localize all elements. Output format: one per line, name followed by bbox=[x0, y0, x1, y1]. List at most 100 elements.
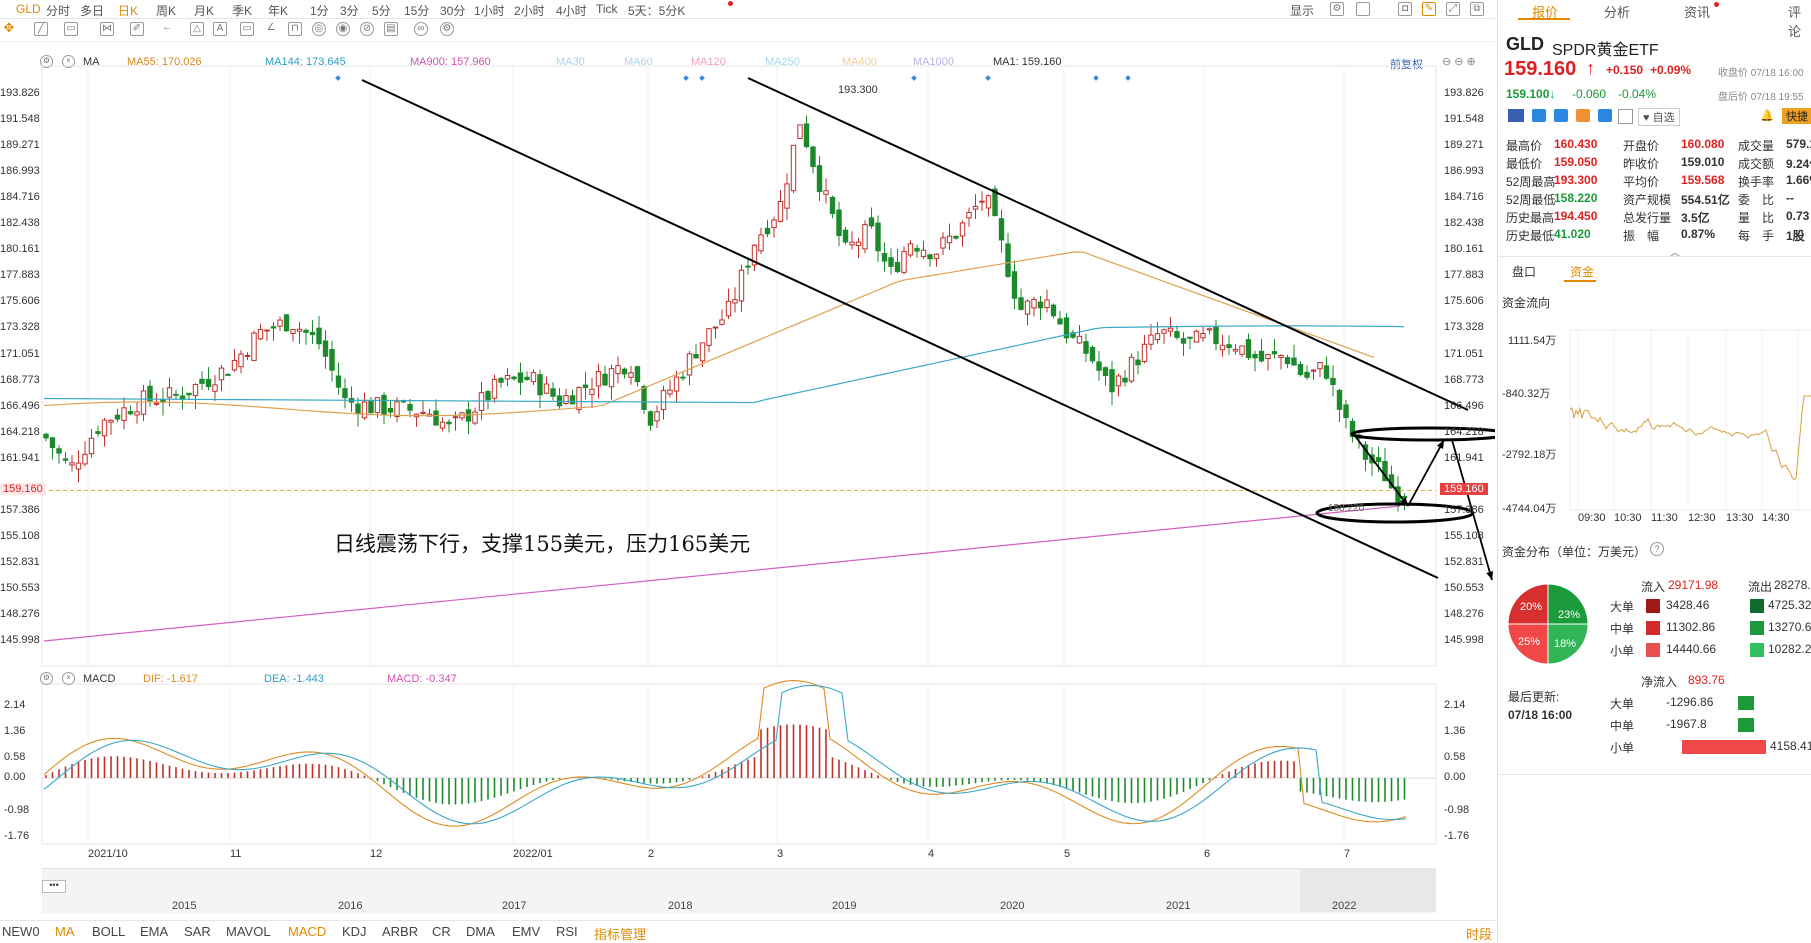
indicator-2[interactable]: BOLL bbox=[92, 924, 125, 939]
event-marker bbox=[911, 75, 917, 81]
navigator-window[interactable] bbox=[1300, 868, 1436, 912]
price-label-left: 150.553 bbox=[0, 581, 40, 594]
indicator-4[interactable]: SAR bbox=[184, 924, 211, 939]
candle-body bbox=[1317, 362, 1323, 370]
price-label-left: 182.438 bbox=[0, 217, 40, 230]
candle-body bbox=[660, 390, 667, 410]
candle-body bbox=[446, 421, 452, 425]
candle-body bbox=[810, 146, 816, 168]
candle-body bbox=[615, 365, 621, 375]
indicator-12[interactable]: RSI bbox=[556, 924, 578, 939]
net-bar bbox=[1738, 718, 1754, 732]
trend-line-lower bbox=[361, 79, 1439, 579]
macd-axis-left: 1.36 bbox=[4, 725, 26, 737]
ma900-line bbox=[43, 505, 1401, 642]
macd-axis-right: 2.14 bbox=[1444, 699, 1466, 711]
fund-distribution-pie bbox=[1507, 583, 1589, 665]
flow-row-label: 大单 bbox=[1610, 600, 1635, 614]
candle-body bbox=[543, 383, 550, 394]
indicator-6[interactable]: MACD bbox=[288, 924, 326, 939]
time-navigator[interactable] bbox=[42, 868, 1436, 913]
macd-axis-right: 1.36 bbox=[1444, 725, 1466, 737]
candle-body bbox=[803, 123, 810, 148]
quote-panel: 报价 分析 资讯 评论 GLD SPDR黄金ETF 159.160 ↑ +0.1… bbox=[1497, 0, 1811, 942]
candle-body bbox=[725, 300, 732, 317]
inflow-swatch bbox=[1646, 599, 1660, 613]
indicator-0[interactable]: NEW0 bbox=[2, 924, 40, 939]
candle-body bbox=[1148, 334, 1154, 345]
price-label-left: 152.831 bbox=[0, 555, 40, 568]
event-marker bbox=[335, 75, 341, 81]
event-marker bbox=[985, 75, 991, 81]
macd-label[interactable]: MACD bbox=[83, 673, 115, 685]
candle-body bbox=[1050, 304, 1057, 317]
candle-body bbox=[1193, 330, 1200, 343]
year-tick: 2017 bbox=[502, 900, 527, 912]
kline-chart[interactable] bbox=[0, 0, 1495, 942]
indicator-10[interactable]: DMA bbox=[466, 924, 495, 939]
indicator-9[interactable]: CR bbox=[432, 924, 451, 939]
candle-body bbox=[1297, 363, 1304, 375]
price-label-left: 168.773 bbox=[0, 373, 40, 386]
net-row-value: -1967.8 bbox=[1666, 717, 1707, 731]
macd-axis-left: 2.14 bbox=[4, 699, 26, 711]
outflow-label: 流出 bbox=[1748, 580, 1773, 594]
indicator-8[interactable]: ARBR bbox=[382, 924, 418, 939]
candle-body bbox=[693, 354, 699, 359]
close-icon[interactable]: × bbox=[62, 672, 75, 685]
navigator-handle[interactable]: ••• bbox=[42, 880, 66, 893]
pie-label: 23% bbox=[1558, 609, 1581, 621]
candle-body bbox=[797, 124, 803, 139]
candle-body bbox=[764, 227, 771, 235]
price-label-right: 193.826 bbox=[1444, 87, 1484, 99]
candle-body bbox=[485, 390, 491, 401]
candle-body bbox=[927, 254, 933, 260]
indicator-1[interactable]: MA bbox=[55, 924, 75, 939]
candle-body bbox=[452, 416, 459, 419]
indicator-3[interactable]: EMA bbox=[140, 924, 168, 939]
indicator-11[interactable]: EMV bbox=[512, 924, 540, 939]
candle-body bbox=[1291, 357, 1297, 366]
date-tick: 6 bbox=[1204, 848, 1211, 860]
indicator-5[interactable]: MAVOL bbox=[226, 924, 271, 939]
current-price-tag-left: 159.160 bbox=[0, 483, 46, 495]
help-icon[interactable]: ? bbox=[1650, 542, 1664, 556]
flow-time-label: 14:30 bbox=[1762, 512, 1790, 524]
candle-body bbox=[1011, 271, 1018, 299]
candle-body bbox=[946, 235, 953, 244]
candle-body bbox=[706, 328, 712, 346]
session-button[interactable]: 时段 bbox=[1466, 924, 1492, 943]
inflow-swatch bbox=[1646, 621, 1660, 635]
gear-icon[interactable]: ⚙ bbox=[40, 672, 53, 685]
net-bar bbox=[1682, 740, 1766, 754]
flow-time-label: 10:30 bbox=[1614, 512, 1642, 524]
price-label-right: 152.831 bbox=[1444, 555, 1484, 568]
candle-body bbox=[842, 229, 849, 243]
candle-body bbox=[433, 410, 439, 426]
indicator-7[interactable]: KDJ bbox=[342, 924, 367, 939]
macd-axis-left: 0.00 bbox=[4, 771, 26, 783]
candle-body bbox=[1076, 335, 1083, 344]
candle-body bbox=[1375, 457, 1382, 463]
candle-body bbox=[1174, 331, 1180, 338]
candle-body bbox=[745, 265, 751, 268]
dea-line bbox=[43, 684, 1407, 825]
date-tick: 3 bbox=[777, 848, 784, 860]
year-tick: 2020 bbox=[1000, 900, 1025, 912]
flow-row-out: 13270.6 bbox=[1768, 620, 1811, 634]
indicator-13[interactable]: 指标管理 bbox=[594, 924, 646, 943]
candle-body bbox=[231, 360, 238, 371]
candle-body bbox=[1258, 350, 1265, 362]
macd-axis-right: -0.98 bbox=[1444, 804, 1470, 816]
divider bbox=[1498, 774, 1811, 775]
candle-body bbox=[1336, 389, 1343, 410]
candle-body bbox=[712, 326, 719, 329]
price-label-right: 161.941 bbox=[1444, 451, 1484, 464]
candle-body bbox=[998, 218, 1005, 241]
candle-body bbox=[1031, 298, 1037, 309]
price-label-left: 191.548 bbox=[0, 113, 40, 126]
candle-body bbox=[589, 388, 595, 395]
candle-body bbox=[1310, 369, 1317, 372]
fund-flow-chart bbox=[1569, 329, 1811, 511]
flow-frame bbox=[1569, 329, 1811, 511]
